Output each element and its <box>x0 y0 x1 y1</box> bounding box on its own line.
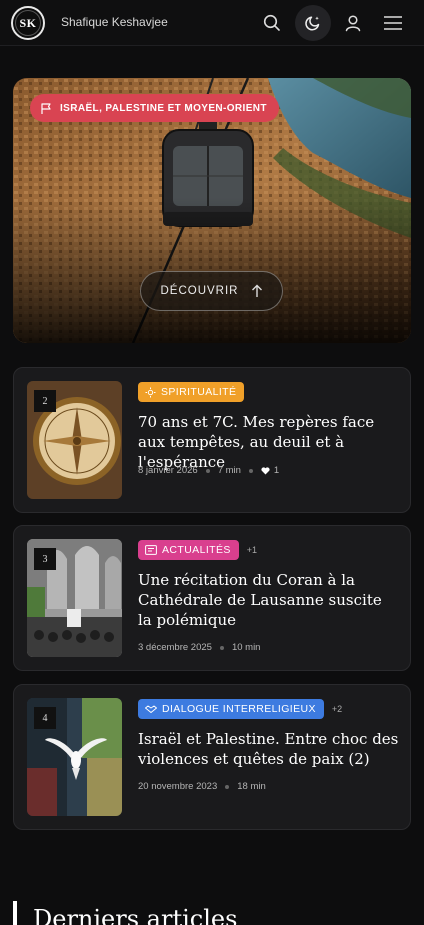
category-tag[interactable]: DIALOGUE INTERRELIGIEUX <box>138 699 324 719</box>
article-title[interactable]: 70 ans et 7C. Mes repères face aux tempê… <box>138 412 400 472</box>
tag-row: DIALOGUE INTERRELIGIEUX +2 <box>138 699 342 719</box>
article-rank: 4 <box>34 707 56 729</box>
section-title: Derniers articles <box>33 905 238 925</box>
tag-row: ACTUALITÉS +1 <box>138 540 257 560</box>
search-button[interactable] <box>255 6 289 40</box>
article-rank: 2 <box>34 390 56 412</box>
likes-count: 1 <box>273 465 280 476</box>
site-name[interactable]: Shafique Keshavjee <box>61 15 168 29</box>
article-card[interactable]: 2 SPIRITUALITÉ 70 ans et 7C. Mes repères… <box>13 367 411 513</box>
article-card[interactable]: 3 ACTUALITÉS +1 Une récitation du Coran … <box>13 525 411 671</box>
site-logo[interactable]: SK <box>11 6 45 40</box>
site-header: SK Shafique Keshavjee <box>0 0 424 46</box>
category-label: ACTUALITÉS <box>162 544 231 556</box>
article-date: 8 janvier 2026 <box>138 465 198 476</box>
handshake-icon <box>145 705 157 713</box>
arrow-up-icon <box>251 284 262 297</box>
likes: 1 <box>261 465 279 476</box>
article-title[interactable]: Une récitation du Coran à la Cathédrale … <box>138 570 400 630</box>
category-label: DIALOGUE INTERRELIGIEUX <box>162 703 316 715</box>
article-title[interactable]: Israël et Palestine. Entre choc des viol… <box>138 729 400 769</box>
tag-row: SPIRITUALITÉ <box>138 382 245 402</box>
hero-featured-article[interactable]: ISRAËL, PALESTINE ET MOYEN-ORIENT DÉCOUV… <box>13 78 411 343</box>
article-thumbnail[interactable]: 3 <box>27 539 122 657</box>
menu-icon <box>384 16 402 30</box>
separator-dot <box>205 468 210 473</box>
discover-button[interactable]: DÉCOUVRIR <box>140 271 283 311</box>
newspaper-icon <box>145 545 157 555</box>
separator-dot <box>225 784 230 789</box>
discover-label: DÉCOUVRIR <box>160 285 239 297</box>
article-rank: 3 <box>34 548 56 570</box>
hero-category-label: ISRAËL, PALESTINE ET MOYEN-ORIENT <box>60 102 267 114</box>
section-accent-bar <box>13 901 17 925</box>
heart-icon <box>261 466 270 474</box>
article-meta: 3 décembre 2025 10 min <box>138 642 260 653</box>
article-card[interactable]: 4 DIALOGUE INTERRELIGIEUX +2 Israël et P… <box>13 684 411 830</box>
article-thumbnail[interactable]: 4 <box>27 698 122 816</box>
category-tag[interactable]: SPIRITUALITÉ <box>138 382 245 402</box>
search-icon <box>263 14 280 31</box>
hero-category-badge[interactable]: ISRAËL, PALESTINE ET MOYEN-ORIENT <box>30 94 279 122</box>
read-time: 7 min <box>217 465 241 476</box>
more-tags-count[interactable]: +1 <box>247 545 257 555</box>
more-tags-count[interactable]: +2 <box>332 704 342 714</box>
menu-button[interactable] <box>376 6 410 40</box>
article-thumbnail[interactable]: 2 <box>27 381 122 499</box>
logo-text: SK <box>19 15 37 30</box>
category-tag[interactable]: ACTUALITÉS <box>138 540 239 560</box>
account-button[interactable] <box>336 6 370 40</box>
user-icon <box>345 15 361 32</box>
read-time: 18 min <box>237 781 266 792</box>
separator-dot <box>219 645 224 650</box>
article-meta: 8 janvier 2026 7 min 1 <box>138 465 279 476</box>
section-heading: Derniers articles <box>13 901 237 925</box>
separator-dot <box>248 468 253 473</box>
category-label: SPIRITUALITÉ <box>161 386 237 398</box>
article-date: 3 décembre 2025 <box>138 642 212 653</box>
article-meta: 20 novembre 2023 18 min <box>138 781 266 792</box>
read-time: 10 min <box>231 642 261 653</box>
theme-toggle-button[interactable] <box>295 5 331 41</box>
theme-toggle-icon <box>305 16 320 31</box>
flag-icon <box>41 102 51 114</box>
article-date: 20 novembre 2023 <box>138 781 218 792</box>
sun-icon <box>145 387 156 397</box>
